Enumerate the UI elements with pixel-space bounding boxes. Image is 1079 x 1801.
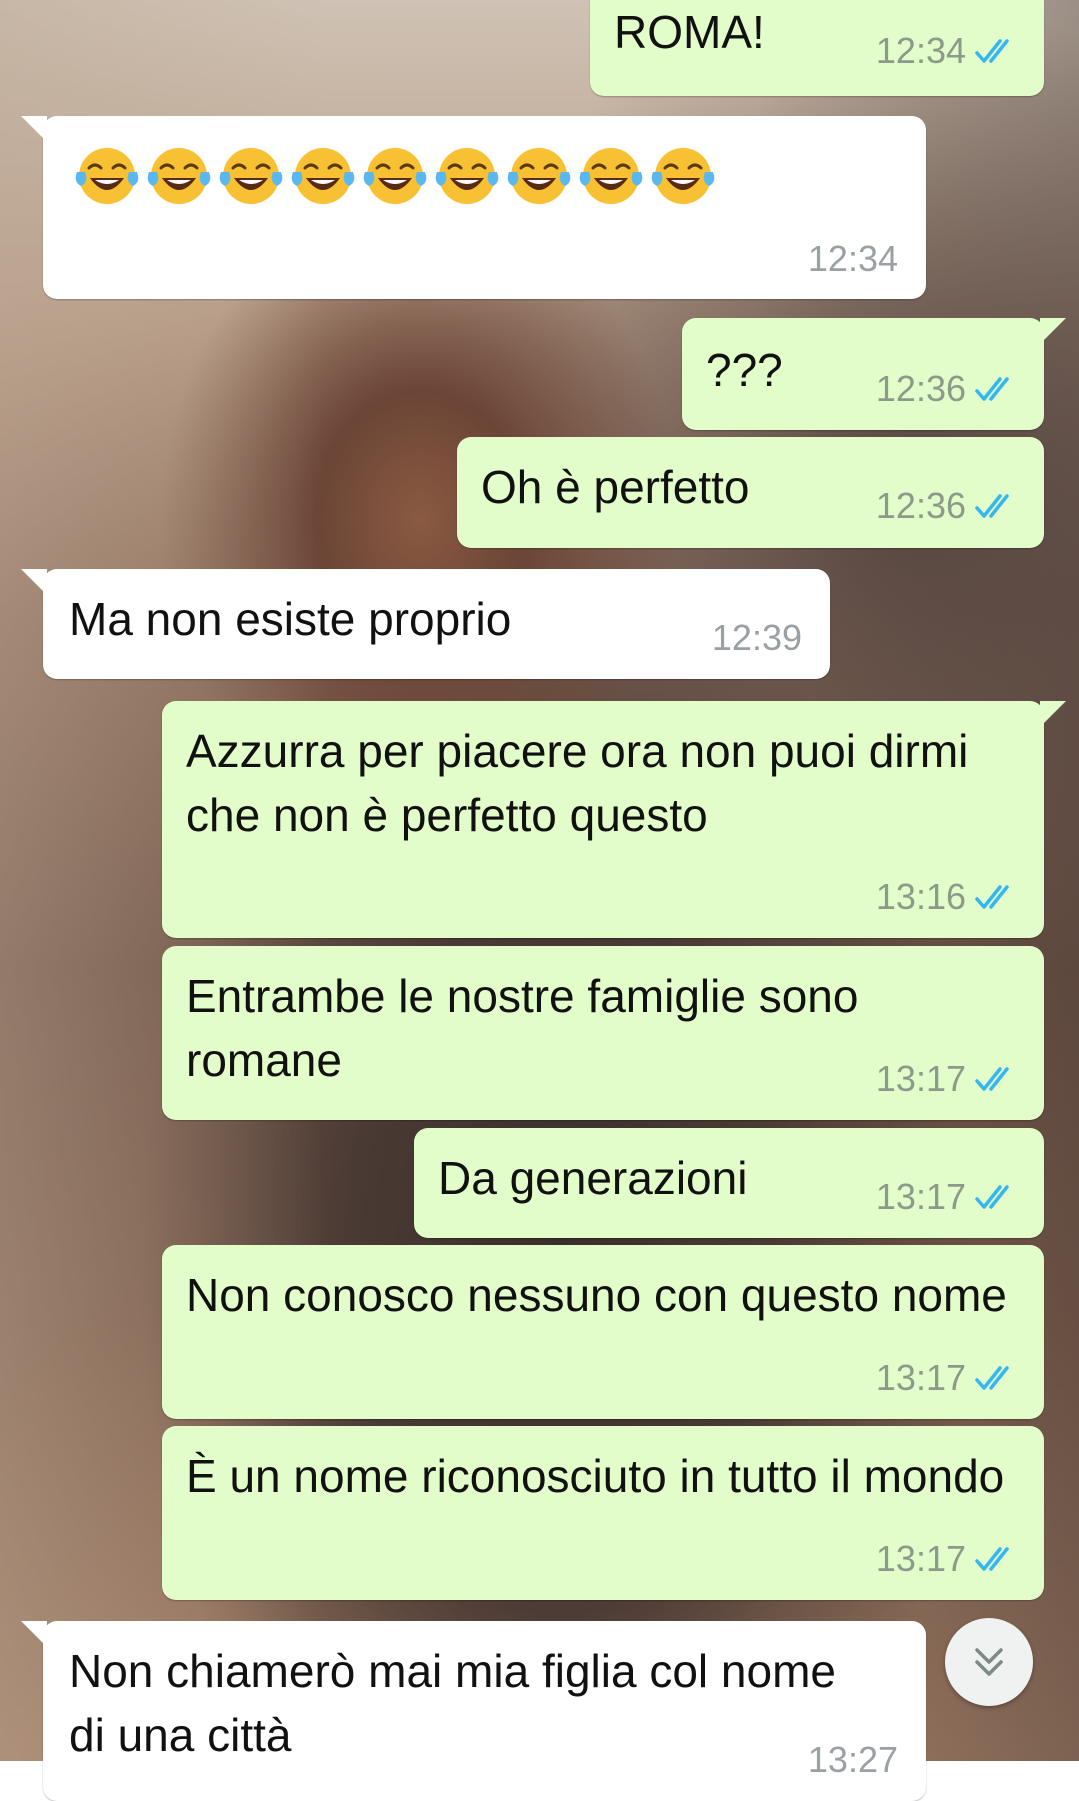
message-text: Azzurra per piacere ora non puoi dirmi c… <box>186 725 969 841</box>
message-outgoing[interactable]: Oh è perfetto 12:36 <box>457 437 1044 548</box>
emoji-sequence <box>71 138 719 210</box>
tears-of-joy-icon <box>291 148 355 204</box>
message-time: 12:36 <box>875 485 966 526</box>
message-time: 12:34 <box>875 30 966 71</box>
read-ticks-icon <box>975 1366 1009 1390</box>
message-text: È un nome riconosciuto in tutto il mondo <box>186 1450 1005 1502</box>
message-list[interactable]: ROMA! 12:34 12:34 ??? 12:36 Oh è perfett… <box>0 0 1079 1801</box>
tears-of-joy-icon <box>651 148 715 204</box>
message-meta: 12:39 <box>712 617 802 659</box>
message-meta: 12:34 <box>876 30 1020 72</box>
message-text: ??? <box>706 344 783 396</box>
message-outgoing[interactable]: Da generazioni 13:17 <box>414 1128 1044 1238</box>
message-time: 13:17 <box>875 1176 966 1217</box>
bubble-tail <box>1040 701 1066 727</box>
message-meta: 13:16 <box>876 876 1020 918</box>
message-meta: 12:36 <box>876 368 1020 410</box>
read-ticks-icon <box>975 1067 1009 1091</box>
message-meta: 13:17 <box>876 1357 1020 1399</box>
bubble-tail <box>1040 318 1066 344</box>
message-incoming[interactable]: 12:34 <box>21 116 926 299</box>
message-incoming[interactable]: Non chiamerò mai mia figlia col nome di … <box>21 1621 926 1801</box>
message-time: 13:17 <box>875 1538 966 1579</box>
message-outgoing[interactable]: Azzurra per piacere ora non puoi dirmi c… <box>162 701 1066 938</box>
double-chevron-down-icon <box>975 1648 1003 1676</box>
message-outgoing[interactable]: ROMA! 12:34 <box>590 0 1044 96</box>
message-text: Non conosco nessuno con questo nome <box>186 1269 1007 1321</box>
message-time: 12:39 <box>711 617 802 658</box>
message-meta: 12:34 <box>808 238 898 280</box>
message-meta: 13:17 <box>876 1176 1020 1218</box>
message-text: Ma non esiste proprio <box>69 593 512 645</box>
tears-of-joy-icon <box>435 148 499 204</box>
message-time: 13:27 <box>807 1739 898 1780</box>
message-incoming[interactable]: Ma non esiste proprio 12:39 <box>21 569 830 679</box>
message-time: 12:36 <box>875 368 966 409</box>
message-meta: 13:27 <box>808 1739 898 1781</box>
message-meta: 12:36 <box>876 485 1020 527</box>
bubble-tail <box>21 569 47 595</box>
message-time: 13:16 <box>875 876 966 917</box>
message-time: 13:17 <box>875 1058 966 1099</box>
read-ticks-icon <box>975 39 1009 63</box>
message-text: ROMA! <box>614 6 765 58</box>
message-outgoing[interactable]: È un nome riconosciuto in tutto il mondo… <box>162 1426 1044 1600</box>
read-ticks-icon <box>975 1185 1009 1209</box>
tears-of-joy-icon <box>363 148 427 204</box>
message-text: Da generazioni <box>438 1152 748 1204</box>
read-ticks-icon <box>975 885 1009 909</box>
message-time: 12:34 <box>807 238 898 279</box>
message-outgoing[interactable]: Non conosco nessuno con questo nome 13:1… <box>162 1245 1044 1419</box>
read-ticks-icon <box>975 1547 1009 1571</box>
tears-of-joy-icon <box>147 148 211 204</box>
tears-of-joy-icon <box>579 148 643 204</box>
tears-of-joy-icon <box>219 148 283 204</box>
tears-of-joy-icon <box>75 148 139 204</box>
message-outgoing[interactable]: ??? 12:36 <box>682 318 1066 430</box>
message-text: Oh è perfetto <box>481 461 750 513</box>
tears-of-joy-icon <box>507 148 571 204</box>
bubble-tail <box>21 116 47 142</box>
read-ticks-icon <box>975 494 1009 518</box>
message-text: Non chiamerò mai mia figlia col nome di … <box>69 1645 836 1761</box>
read-ticks-icon <box>975 377 1009 401</box>
message-meta: 13:17 <box>876 1538 1020 1580</box>
message-outgoing[interactable]: Entrambe le nostre famiglie sono romane … <box>162 946 1044 1120</box>
bubble-tail <box>21 1621 47 1647</box>
message-meta: 13:17 <box>876 1058 1020 1100</box>
scroll-to-bottom-button[interactable] <box>945 1618 1033 1706</box>
message-time: 13:17 <box>875 1357 966 1398</box>
